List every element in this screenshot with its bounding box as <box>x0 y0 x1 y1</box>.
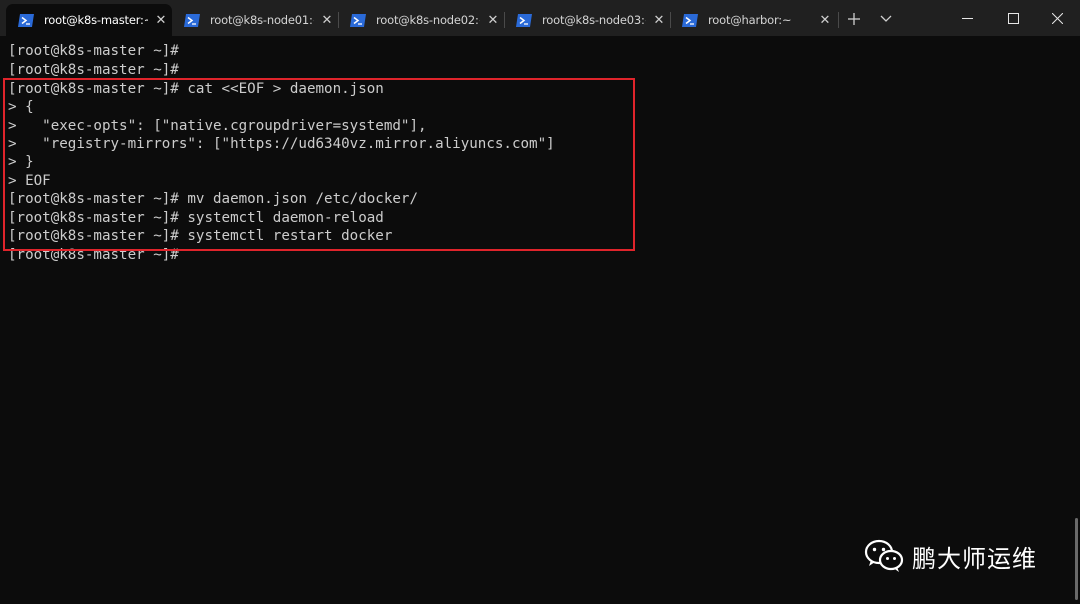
close-button[interactable] <box>1034 0 1080 36</box>
maximize-button[interactable] <box>990 0 1036 36</box>
tab-k8s-master[interactable]: root@k8s-master:~ ✕ <box>6 4 172 36</box>
tab-title: root@harbor:~ <box>708 13 792 27</box>
new-tab-button[interactable] <box>840 4 868 34</box>
maximize-icon <box>1007 12 1019 24</box>
tab-k8s-node02[interactable]: root@k8s-node02:~ ✕ <box>338 4 504 36</box>
powershell-icon <box>184 13 200 27</box>
title-bar: root@k8s-master:~ ✕ root@k8s-node01:~ ✕ … <box>0 0 1080 36</box>
minimize-button[interactable] <box>944 0 990 36</box>
minimize-icon <box>961 17 973 19</box>
close-icon[interactable]: ✕ <box>652 13 666 28</box>
powershell-icon <box>682 13 698 27</box>
tab-k8s-node03[interactable]: root@k8s-node03:~ ✕ <box>504 4 670 36</box>
tab-harbor[interactable]: root@harbor:~ ✕ <box>670 4 836 36</box>
powershell-icon <box>516 13 532 27</box>
close-icon <box>1051 12 1063 24</box>
scrollbar[interactable] <box>1075 518 1078 600</box>
tab-separator <box>838 12 839 28</box>
close-icon[interactable]: ✕ <box>320 13 334 28</box>
close-icon[interactable]: ✕ <box>486 13 500 28</box>
watermark-text: 鹏大师运维 <box>912 544 1037 573</box>
terminal-line: [root@k8s-master ~]# <box>8 43 179 59</box>
chevron-down-icon <box>880 15 892 22</box>
tab-dropdown-button[interactable] <box>872 4 900 34</box>
plus-icon <box>848 13 860 25</box>
tab-k8s-node01[interactable]: root@k8s-node01:~ ✕ <box>172 4 338 36</box>
close-icon[interactable]: ✕ <box>154 13 168 28</box>
tab-title: root@k8s-master:~ <box>44 13 148 27</box>
wechat-icon <box>864 539 904 572</box>
tab-title: root@k8s-node03:~ <box>542 13 646 27</box>
powershell-icon <box>350 13 366 27</box>
tab-title: root@k8s-node01:~ <box>210 13 314 27</box>
close-icon[interactable]: ✕ <box>818 13 832 28</box>
watermark: 鹏大师运维 <box>864 536 1037 576</box>
powershell-icon <box>18 13 34 27</box>
highlight-box <box>3 78 635 251</box>
terminal-line: [root@k8s-master ~]# <box>8 62 179 78</box>
tab-title: root@k8s-node02:~ <box>376 13 480 27</box>
